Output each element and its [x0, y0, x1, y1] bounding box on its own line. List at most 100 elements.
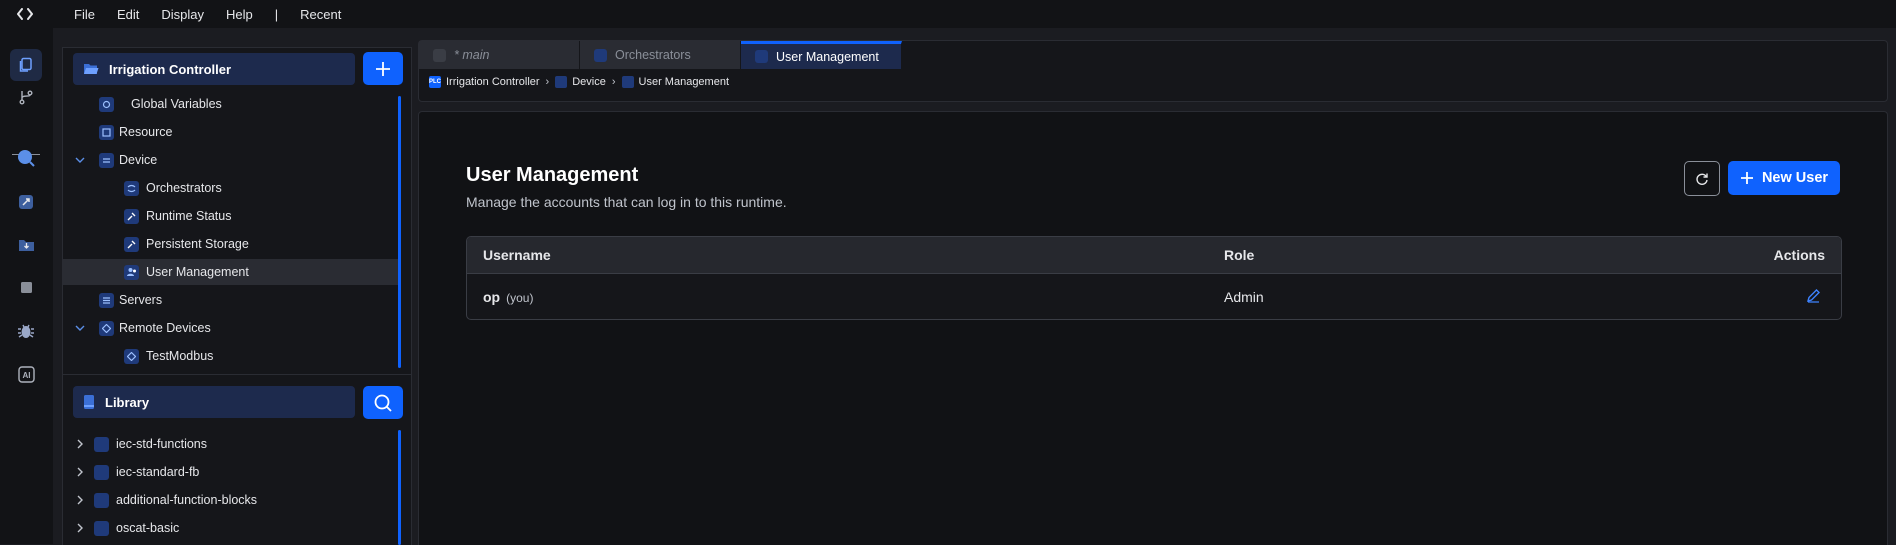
source-control-icon[interactable] — [10, 81, 42, 113]
folder-open-icon — [84, 64, 99, 74]
users-icon — [621, 76, 634, 88]
wrench-icon — [124, 236, 139, 252]
stop-icon[interactable] — [10, 271, 42, 303]
tree-item-user-management[interactable]: User Management — [63, 259, 401, 285]
tree-item-device[interactable]: Device — [63, 147, 401, 173]
chevron-right-icon[interactable] — [74, 494, 86, 506]
tree-item-label: Servers — [119, 293, 163, 307]
tree-item-label: Global Variables — [131, 97, 222, 111]
project-sidebar: Irrigation Controller Global Variables R… — [62, 47, 412, 545]
tree-item-persistent-storage[interactable]: Persistent Storage — [63, 231, 401, 257]
table-header: Username Role Actions — [467, 237, 1841, 274]
tree-item-servers[interactable]: Servers — [63, 287, 401, 313]
activity-bar: AI — [0, 28, 53, 544]
tree-item-label: Resource — [119, 125, 173, 139]
column-header-actions: Actions — [1773, 247, 1825, 263]
tab-label: * main — [454, 48, 490, 62]
chevron-right-icon[interactable] — [74, 522, 86, 534]
debug-icon[interactable] — [10, 315, 42, 347]
app-logo-icon[interactable] — [0, 8, 50, 20]
tree-item-global-variables[interactable]: Global Variables — [63, 91, 401, 117]
transfer-icon[interactable] — [10, 186, 42, 218]
tree-item-label: Runtime Status — [146, 209, 232, 223]
new-user-button[interactable]: New User — [1728, 161, 1840, 195]
globe-variable-icon — [99, 96, 114, 112]
explorer-icon[interactable] — [10, 49, 42, 81]
menu-display[interactable]: Display — [161, 7, 204, 22]
breadcrumb: PLC Irrigation Controller › Device › Use… — [429, 71, 729, 93]
username-value: op — [483, 289, 501, 305]
pencil-icon — [1806, 289, 1820, 303]
menu-edit[interactable]: Edit — [117, 7, 139, 22]
library-item[interactable]: iec-standard-fb — [63, 459, 401, 485]
tab-label: User Management — [776, 49, 879, 64]
menu-recent[interactable]: Recent — [300, 7, 341, 22]
project-tree-scrollbar[interactable] — [398, 96, 401, 368]
sidebar-divider — [63, 374, 411, 375]
tree-item-label: Persistent Storage — [146, 237, 249, 251]
wrench-icon — [124, 208, 139, 224]
chevron-right-icon[interactable] — [74, 466, 86, 478]
tab-main[interactable]: * main — [419, 41, 580, 69]
library-item[interactable]: additional-function-blocks — [63, 487, 401, 513]
library-item-label: oscat-basic — [116, 521, 180, 535]
breadcrumb-item[interactable]: User Management — [639, 76, 730, 88]
role-cell: Admin — [1224, 289, 1264, 305]
device-icon — [99, 152, 114, 168]
chevron-down-icon[interactable] — [74, 154, 86, 166]
library-item[interactable]: iec-std-functions — [63, 431, 401, 457]
tree-item-testmodbus[interactable]: TestModbus — [63, 343, 401, 369]
download-folder-icon[interactable] — [10, 228, 42, 260]
editor-tabs-panel: * main Orchestrators User Management PLC… — [418, 40, 1888, 102]
library-item-label: iec-standard-fb — [116, 465, 200, 479]
servers-icon — [99, 292, 114, 308]
users-icon — [124, 264, 139, 280]
add-item-button[interactable] — [363, 52, 403, 85]
library-item[interactable]: oscat-basic — [63, 515, 401, 541]
tree-item-orchestrators[interactable]: Orchestrators — [63, 175, 401, 201]
chevron-right-icon[interactable] — [74, 438, 86, 450]
tab-orchestrators[interactable]: Orchestrators — [580, 41, 741, 69]
library-title: Library — [105, 394, 150, 410]
library-search-button[interactable] — [363, 386, 403, 419]
menu-bar: File Edit Display Help | Recent — [0, 0, 1896, 28]
chevron-right-icon: › — [545, 76, 550, 88]
library-scrollbar[interactable] — [398, 430, 401, 545]
you-tag: (you) — [506, 291, 534, 305]
library-folder-icon — [94, 464, 109, 480]
users-table: Username Role Actions op (you) Admin — [466, 236, 1842, 320]
tab-user-management[interactable]: User Management — [741, 41, 902, 69]
tree-item-label: Orchestrators — [146, 181, 222, 195]
project-header[interactable]: Irrigation Controller — [73, 53, 355, 85]
library-folder-icon — [94, 492, 109, 508]
orchestrator-icon — [594, 48, 607, 62]
library-folder-icon — [94, 436, 109, 452]
column-header-role: Role — [1224, 247, 1255, 263]
username-cell: op (you) — [483, 289, 533, 305]
chevron-right-icon: › — [611, 76, 616, 88]
plus-icon — [376, 61, 390, 76]
ai-assistant-icon[interactable]: AI — [10, 358, 42, 390]
menu-help[interactable]: Help — [226, 7, 253, 22]
library-item-label: additional-function-blocks — [116, 493, 258, 507]
menu-file[interactable]: File — [74, 7, 95, 22]
network-icon — [99, 320, 114, 336]
menu-separator: | — [274, 6, 279, 22]
device-icon — [555, 76, 568, 88]
search-icon — [374, 394, 392, 412]
search-globe-icon[interactable] — [10, 142, 42, 174]
users-icon — [755, 50, 768, 63]
tree-item-runtime-status[interactable]: Runtime Status — [63, 203, 401, 229]
chevron-down-icon[interactable] — [74, 322, 86, 334]
page-title: User Management — [466, 164, 639, 186]
tree-item-label: Device — [119, 153, 158, 167]
tree-item-remote-devices[interactable]: Remote Devices — [63, 315, 401, 341]
network-icon — [124, 348, 139, 364]
breadcrumb-item[interactable]: Device — [572, 76, 606, 88]
library-header[interactable]: Library — [73, 386, 355, 418]
refresh-button[interactable] — [1684, 161, 1720, 196]
breadcrumb-item[interactable]: Irrigation Controller — [446, 76, 540, 88]
page-subtitle: Manage the accounts that can log in to t… — [466, 194, 787, 210]
edit-user-button[interactable] — [1806, 288, 1821, 306]
tree-item-resource[interactable]: Resource — [63, 119, 401, 145]
